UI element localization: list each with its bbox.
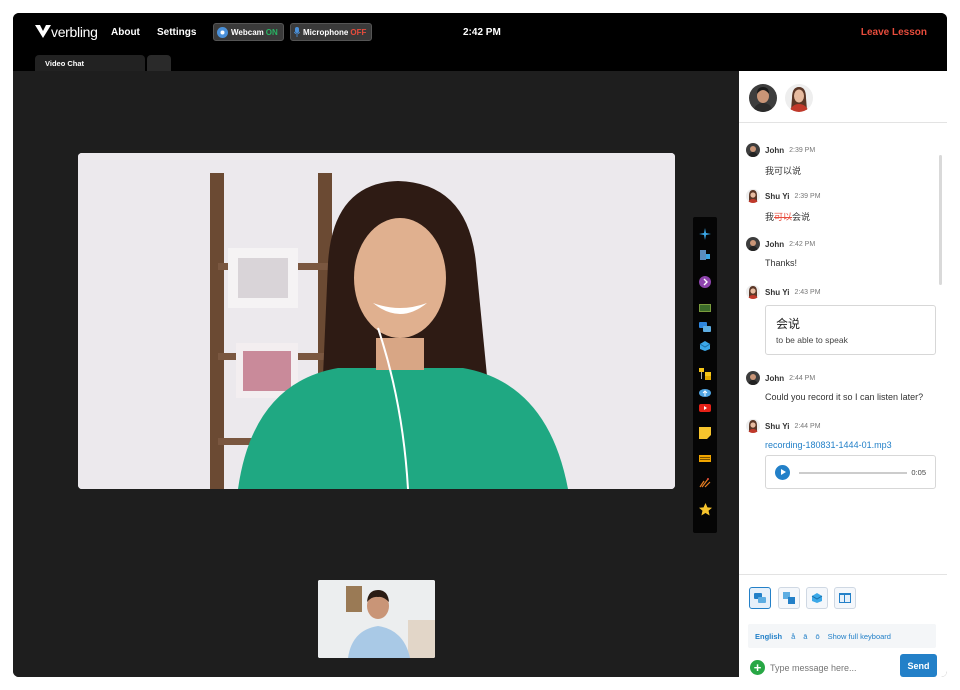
message-input[interactable]	[770, 659, 890, 676]
whiteboard-button[interactable]	[834, 587, 856, 609]
chat-message: John 2:42 PM Thanks!	[746, 237, 941, 268]
sender-name: John	[765, 239, 785, 249]
tab-new[interactable]	[147, 55, 171, 71]
sparkle-icon[interactable]	[698, 227, 712, 241]
special-char-3[interactable]: ō	[815, 632, 819, 641]
composer-divider	[739, 574, 947, 575]
sender-name: John	[765, 373, 785, 383]
screenshare-icon[interactable]	[698, 248, 712, 262]
folders-icon[interactable]	[698, 367, 712, 381]
correction-prefix: 我	[765, 212, 775, 222]
lesson-window: verbling About Settings Webcam ON Microp…	[13, 13, 947, 677]
chat-message: Shu Yi 2:39 PM 我可以会说	[746, 189, 941, 223]
participants-bar	[739, 71, 947, 123]
student-video-image	[318, 580, 435, 658]
avatar	[746, 143, 760, 157]
avatar	[746, 285, 760, 299]
leave-lesson-button[interactable]: Leave Lesson	[861, 27, 927, 38]
message-time: 2:42 PM	[789, 240, 816, 248]
film-icon[interactable]	[698, 301, 712, 315]
star-icon[interactable]	[698, 502, 712, 516]
chat-panel: John 2:39 PM 我可以说 Shu Yi 2:39 PM 我可以会说 J…	[739, 71, 947, 677]
arrow-next-icon[interactable]	[698, 275, 712, 289]
avatar-shu-yi[interactable]	[785, 84, 813, 112]
flashcard-button[interactable]	[806, 587, 828, 609]
webcam-state: ON	[265, 27, 278, 37]
show-full-keyboard-link[interactable]: Show full keyboard	[828, 632, 891, 641]
avatar	[746, 237, 760, 251]
sender-name: Shu Yi	[765, 287, 790, 297]
translate-icon	[783, 592, 795, 604]
sender-name: Shu Yi	[765, 191, 790, 201]
microphone-icon	[294, 27, 300, 37]
nav-settings[interactable]: Settings	[157, 27, 196, 38]
youtube-icon[interactable]	[698, 401, 712, 415]
cube-icon	[811, 593, 823, 603]
chat-message: John 2:44 PM Could you record it so I ca…	[746, 371, 941, 402]
fireworks-icon[interactable]	[698, 475, 712, 489]
top-bar: verbling About Settings Webcam ON Microp…	[13, 13, 947, 55]
message-time: 2:43 PM	[794, 288, 821, 296]
keyboard-icon[interactable]	[698, 451, 712, 465]
main-video	[78, 153, 675, 489]
webcam-label: Webcam	[231, 27, 264, 37]
correction-struck: 可以	[774, 212, 793, 222]
special-char-1[interactable]: å	[791, 632, 795, 641]
video-stage	[13, 71, 739, 677]
window-icon	[839, 593, 851, 603]
webcam-icon	[217, 26, 228, 38]
play-icon[interactable]	[775, 465, 790, 480]
webcam-toggle[interactable]: Webcam ON	[213, 23, 284, 41]
verbling-logo[interactable]: verbling	[35, 24, 98, 40]
chat-message: John 2:39 PM 我可以说	[746, 143, 941, 177]
avatar	[746, 419, 760, 433]
translate-button[interactable]	[778, 587, 800, 609]
correction-text: 我可以会说	[765, 210, 941, 223]
vocabulary-card[interactable]: 会说 to be able to speak	[765, 305, 936, 355]
self-video	[318, 580, 435, 658]
teacher-video-image	[78, 153, 675, 489]
special-char-2[interactable]: ā	[803, 632, 807, 641]
message-time: 2:44 PM	[789, 374, 816, 382]
chat-mode-button[interactable]	[749, 587, 771, 609]
sticky-note-icon[interactable]	[698, 426, 712, 440]
audio-player: 0:05	[765, 455, 936, 489]
vocab-term: 会说	[776, 317, 801, 331]
audio-progress-track[interactable]	[799, 472, 907, 474]
message-time: 2:44 PM	[794, 422, 821, 430]
tools-toolbar	[693, 217, 717, 533]
lesson-clock: 2:42 PM	[463, 27, 501, 38]
vocab-definition: to be able to speak	[776, 335, 848, 345]
avatar	[746, 371, 760, 385]
microphone-label: Microphone	[303, 27, 349, 37]
send-button[interactable]: Send	[900, 654, 937, 677]
message-text: Thanks!	[765, 258, 798, 268]
tab-video-chat[interactable]: Video Chat	[35, 55, 145, 71]
virtual-keyboard-bar: English å ā ō Show full keyboard	[748, 624, 936, 648]
logo-text: verbling	[51, 24, 98, 40]
microphone-toggle[interactable]: Microphone OFF	[290, 23, 373, 41]
sender-name: Shu Yi	[765, 421, 790, 431]
nav-about[interactable]: About	[111, 27, 140, 38]
message-text: 我可以说	[765, 166, 802, 176]
cloud-upload-icon[interactable]	[698, 385, 712, 399]
keyboard-language[interactable]: English	[755, 632, 782, 641]
microphone-state: OFF	[350, 27, 367, 37]
message-time: 2:39 PM	[789, 146, 816, 154]
recording-file-link[interactable]: recording-180831-1444-01.mp3	[765, 440, 941, 450]
chat-bubbles-icon	[754, 593, 766, 603]
audio-duration: 0:05	[911, 468, 926, 477]
avatar-john[interactable]	[749, 84, 777, 112]
chat-bubbles-icon[interactable]	[698, 320, 712, 334]
chat-message: Shu Yi 2:44 PM recording-180831-1444-01.…	[746, 419, 941, 489]
avatar	[746, 189, 760, 203]
add-attachment-icon[interactable]: +	[750, 660, 765, 675]
message-text: Could you record it so I can listen late…	[765, 392, 924, 402]
sender-name: John	[765, 145, 785, 155]
correction-suffix: 会说	[792, 212, 811, 222]
message-time: 2:39 PM	[794, 192, 821, 200]
cube-icon[interactable]	[698, 339, 712, 353]
chat-message: Shu Yi 2:43 PM 会说 to be able to speak	[746, 285, 941, 355]
logo-mark-icon	[35, 25, 51, 38]
